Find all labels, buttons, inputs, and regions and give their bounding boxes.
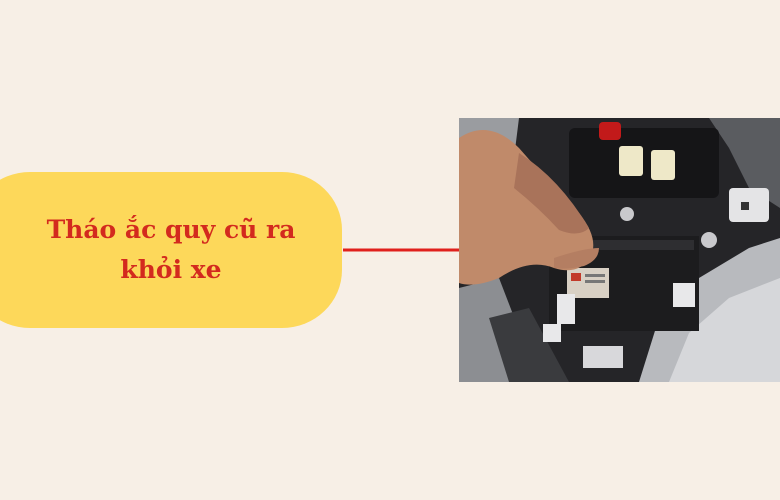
photo-illustration [459, 118, 780, 382]
callout-bubble: Tháo ắc quy cũ ra khỏi xe [0, 172, 342, 328]
callout-text: Tháo ắc quy cũ ra khỏi xe [46, 215, 296, 284]
battery-removal-photo [459, 118, 780, 382]
